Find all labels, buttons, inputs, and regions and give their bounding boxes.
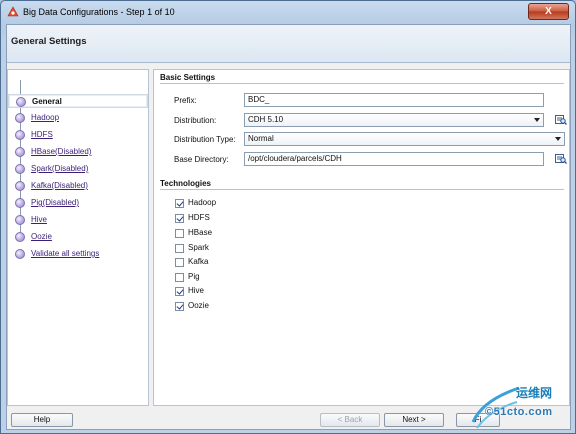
checkbox-box[interactable] — [175, 199, 184, 208]
checkbox-label: HBase — [188, 228, 213, 237]
next-button-label: Next > — [402, 415, 426, 424]
step-node-icon — [15, 181, 25, 191]
close-button[interactable]: X — [528, 3, 569, 20]
wizard-step-nav: General Hadoop HDFS HBase(Disabled) Spar… — [7, 69, 149, 406]
nav-item-label: Pig(Disabled) — [31, 198, 80, 207]
distribution-value: CDH 5.10 — [248, 115, 284, 124]
prefix-label: Prefix: — [174, 96, 197, 105]
page-title: General Settings — [11, 36, 87, 47]
watermark-bottom-text: ©51cto.com — [485, 406, 553, 418]
step-node-icon — [15, 198, 25, 208]
nav-item-general[interactable]: General — [8, 94, 148, 108]
checkbox-box[interactable] — [175, 302, 184, 311]
settings-panel: Basic Settings Prefix: BDC_ Distribution… — [153, 69, 570, 406]
prefix-value: BDC_ — [248, 95, 270, 104]
nav-item-kafka[interactable]: Kafka(Disabled) — [8, 179, 148, 193]
browse-folder-icon[interactable] — [555, 153, 567, 165]
search-list-icon[interactable] — [555, 114, 567, 126]
step-node-icon — [15, 147, 25, 157]
dialog-client: General Settings General Hadoop HDFS HBa… — [6, 24, 571, 430]
window-title: Big Data Configurations - Step 1 of 10 — [23, 7, 175, 17]
nav-item-label: Validate all settings — [31, 249, 100, 258]
distribution-type-label: Distribution Type: — [174, 135, 236, 144]
oracle-app-icon — [7, 6, 19, 17]
distribution-select[interactable]: CDH 5.10 — [244, 113, 544, 127]
step-node-icon — [15, 215, 25, 225]
distribution-label: Distribution: — [174, 116, 217, 125]
checkbox-label: Hive — [188, 286, 205, 295]
basic-settings-heading: Basic Settings — [160, 73, 216, 82]
checkbox-label: HDFS — [188, 213, 210, 222]
step-node-icon — [15, 232, 25, 242]
checkbox-box[interactable] — [175, 214, 184, 223]
base-directory-label: Base Directory: — [174, 155, 229, 164]
step-node-icon — [15, 130, 25, 140]
checkbox-box[interactable] — [175, 287, 184, 296]
nav-item-label: Oozie — [31, 232, 52, 241]
nav-item-hbase[interactable]: HBase(Disabled) — [8, 145, 148, 159]
nav-item-label: Kafka(Disabled) — [31, 181, 88, 190]
checkbox-label: Hadoop — [188, 198, 217, 207]
step-node-icon — [15, 113, 25, 123]
step-node-icon — [16, 97, 26, 107]
checkbox-box[interactable] — [175, 258, 184, 267]
checkbox-label: Oozie — [188, 301, 209, 310]
help-button[interactable]: Help — [11, 413, 73, 427]
section-divider — [160, 189, 564, 190]
checkbox-label: Spark — [188, 243, 209, 252]
nav-item-hadoop[interactable]: Hadoop — [8, 111, 148, 125]
nav-item-pig[interactable]: Pig(Disabled) — [8, 196, 148, 210]
nav-item-validate[interactable]: Validate all settings — [8, 247, 148, 261]
checkbox-label: Kafka — [188, 257, 209, 266]
nav-item-hive[interactable]: Hive — [8, 213, 148, 227]
next-button[interactable]: Next > — [384, 413, 444, 427]
distribution-type-value: Normal — [248, 134, 274, 143]
site-watermark: 运维网 ©51cto.com — [471, 384, 571, 430]
checkbox-label: Pig — [188, 272, 200, 281]
prefix-input[interactable]: BDC_ — [244, 93, 544, 107]
nav-item-oozie[interactable]: Oozie — [8, 230, 148, 244]
close-icon: X — [545, 6, 552, 17]
nav-item-label: Hadoop — [31, 113, 60, 122]
checkbox-box[interactable] — [175, 229, 184, 238]
back-button[interactable]: < Back — [320, 413, 380, 427]
help-button-label: Help — [33, 415, 51, 424]
nav-item-spark[interactable]: Spark(Disabled) — [8, 162, 148, 176]
checkbox-box[interactable] — [175, 244, 184, 253]
technologies-heading: Technologies — [160, 179, 211, 188]
nav-item-label: Spark(Disabled) — [31, 164, 89, 173]
nav-item-label: General — [32, 97, 62, 106]
step-node-icon — [15, 249, 25, 259]
checkbox-box[interactable] — [175, 273, 184, 282]
nav-item-hdfs[interactable]: HDFS — [8, 128, 148, 142]
step-node-icon — [15, 164, 25, 174]
page-header: General Settings — [7, 25, 570, 63]
back-button-label: < Back — [337, 415, 363, 424]
nav-item-label: HDFS — [31, 130, 53, 139]
title-bar[interactable]: Big Data Configurations - Step 1 of 10 X — [1, 1, 575, 24]
nav-item-label: Hive — [31, 215, 48, 224]
section-divider — [160, 83, 564, 84]
dialog-window: Big Data Configurations - Step 1 of 10 X… — [0, 0, 576, 434]
chevron-down-icon — [555, 137, 561, 141]
base-directory-value: /opt/cloudera/parcels/CDH — [248, 154, 342, 163]
watermark-top-text: 运维网 — [516, 386, 553, 400]
base-directory-input[interactable]: /opt/cloudera/parcels/CDH — [244, 152, 544, 166]
nav-item-label: HBase(Disabled) — [31, 147, 92, 156]
distribution-type-select[interactable]: Normal — [244, 132, 565, 146]
chevron-down-icon — [534, 118, 540, 122]
